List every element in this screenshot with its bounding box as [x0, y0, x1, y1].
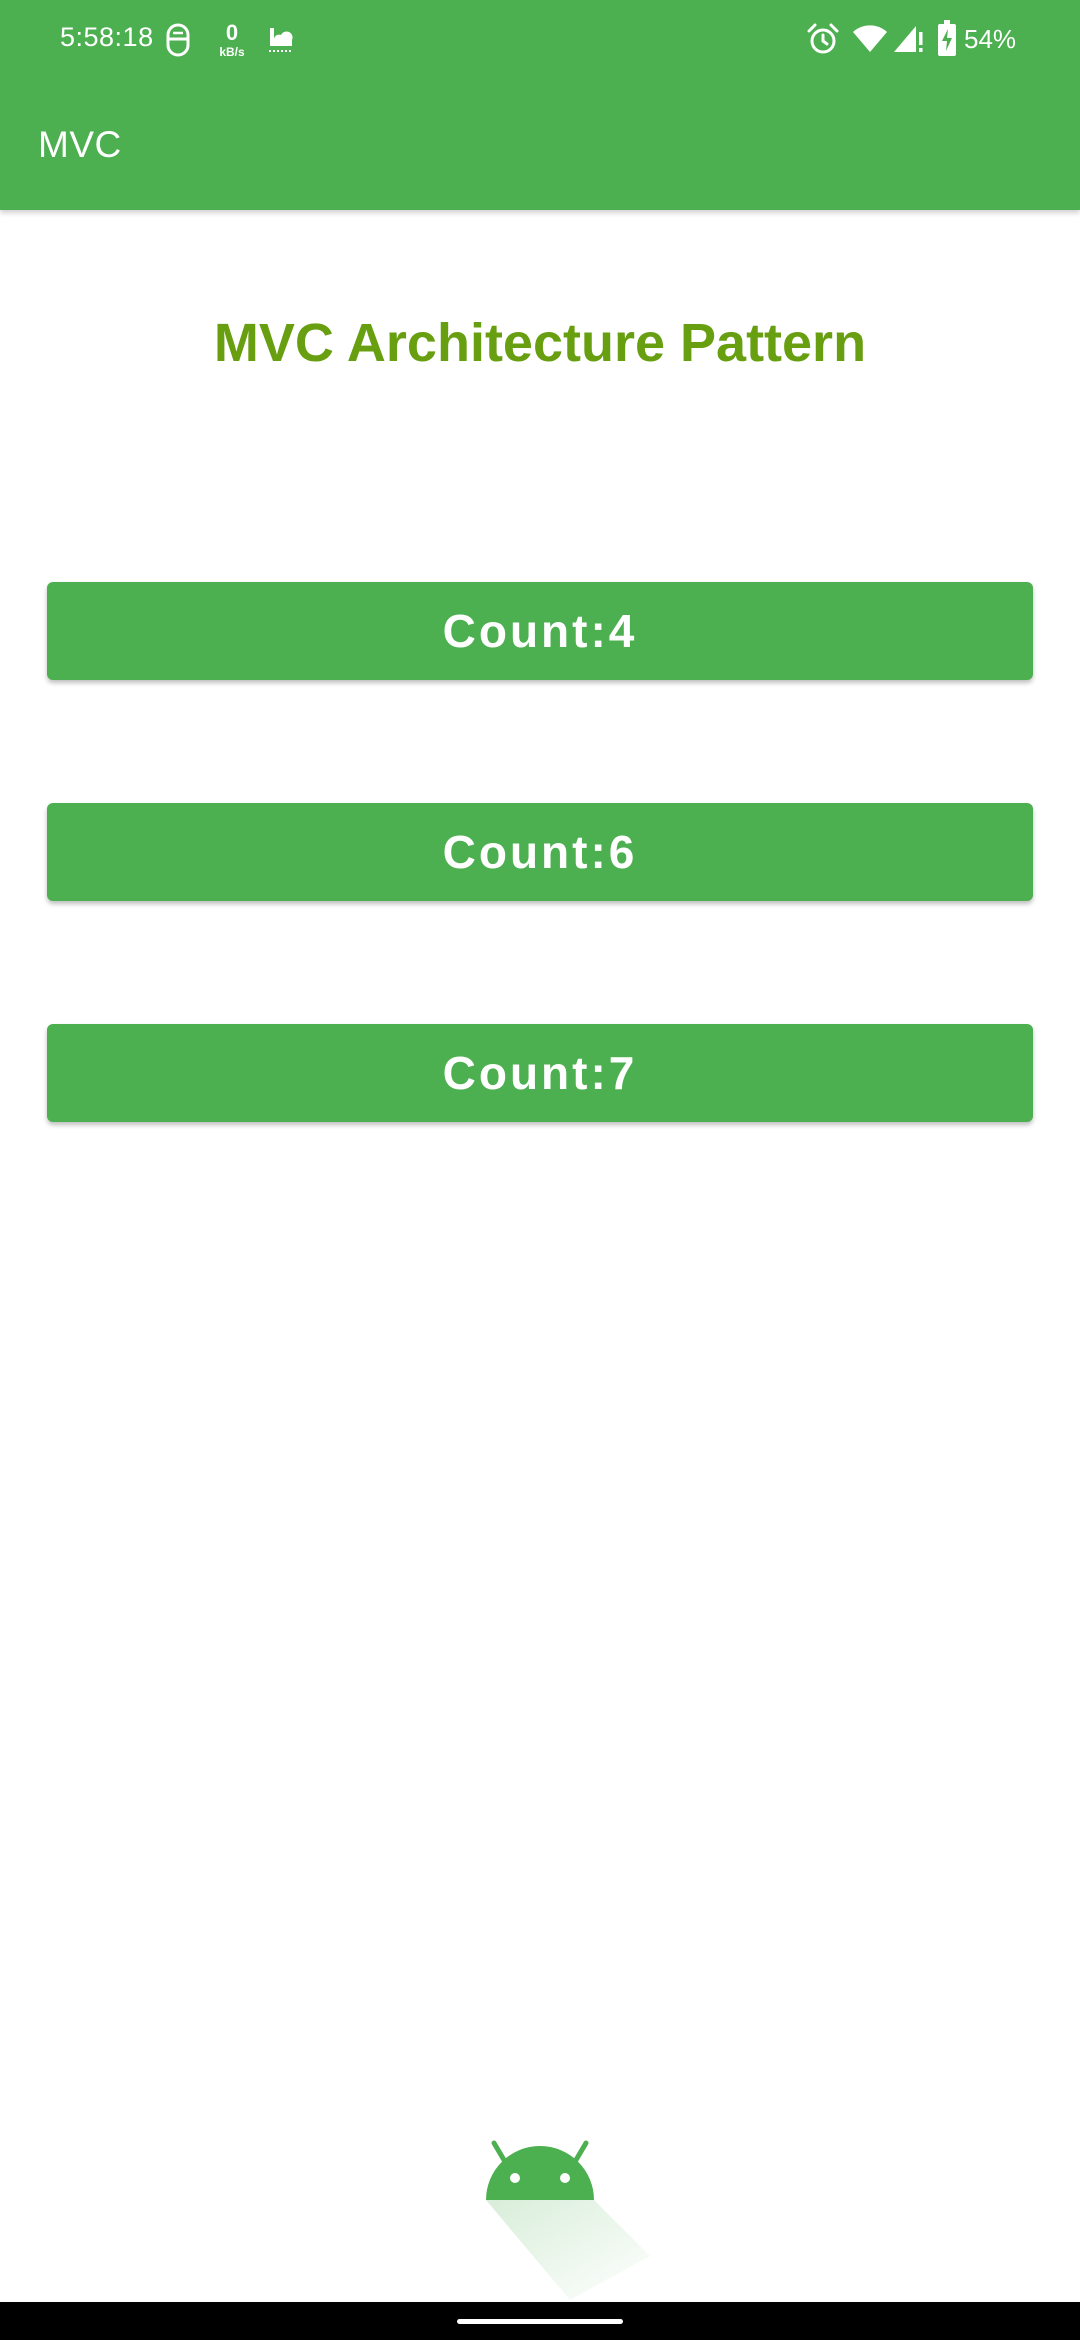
vpn-icon — [164, 22, 192, 63]
count-button-label: Count:6 — [442, 826, 638, 878]
android-logo-icon — [480, 2130, 660, 2300]
alarm-icon — [806, 22, 840, 61]
battery-charging-icon — [938, 20, 956, 61]
navigation-bar — [0, 2302, 1080, 2340]
app-bar-title: MVC — [38, 124, 122, 165]
cloud-icon — [266, 24, 296, 59]
status-bar: 5:58:18 0 kB/s 54% — [0, 0, 1080, 80]
net-speed-value: 0 — [225, 20, 239, 45]
count-button-label: Count:7 — [442, 1047, 638, 1099]
count-button-3[interactable]: Count:7 — [47, 1024, 1033, 1122]
signal-icon — [892, 24, 924, 59]
page-title: MVC Architecture Pattern — [213, 313, 867, 373]
app-bar: 5:58:18 0 kB/s 54% MVC — [0, 0, 1080, 210]
net-speed-unit: kB/s — [219, 45, 245, 59]
count-button-2[interactable]: Count:6 — [47, 803, 1033, 901]
count-button-label: Count:4 — [442, 605, 638, 657]
net-speed-icon: 0 kB/s — [214, 20, 250, 59]
count-button-1[interactable]: Count:4 — [47, 582, 1033, 680]
wifi-icon — [852, 24, 888, 59]
home-gesture-handle[interactable] — [457, 2319, 623, 2324]
battery-percentage: 54% — [964, 24, 1017, 54]
status-time: 5:58:18 — [60, 22, 154, 52]
